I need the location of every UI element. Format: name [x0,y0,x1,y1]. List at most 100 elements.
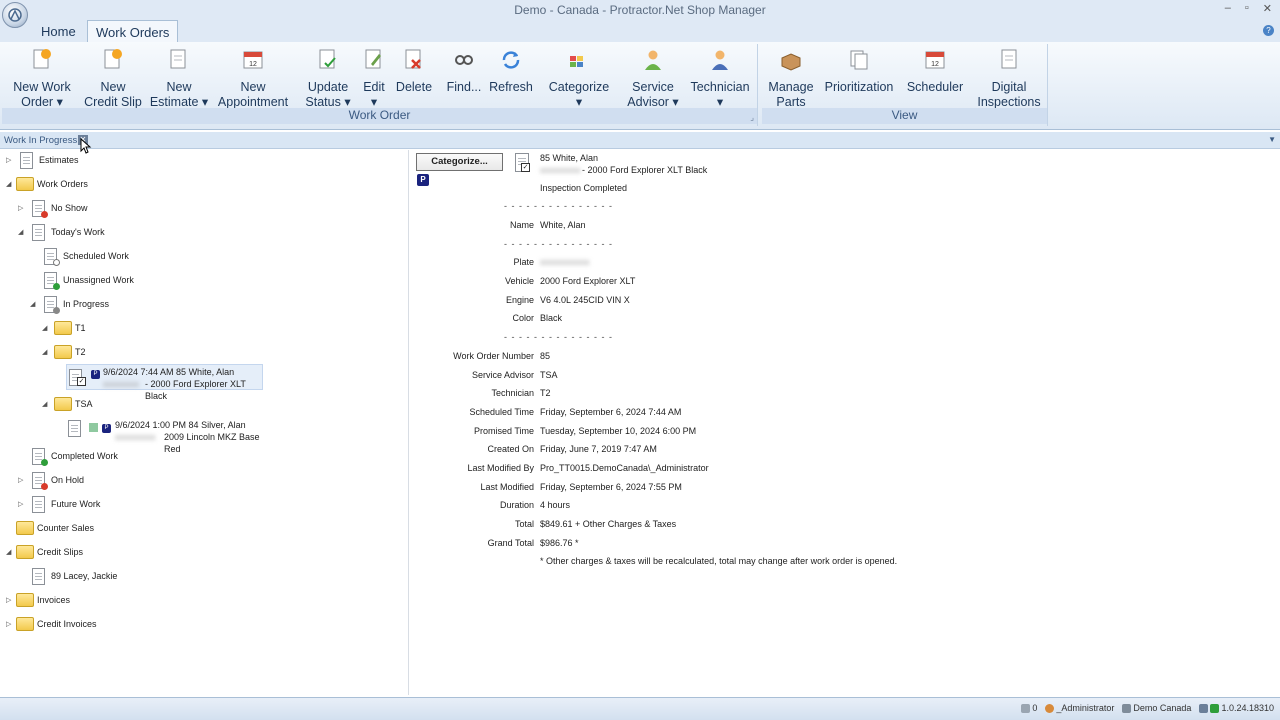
expand-icon[interactable]: ▷ [6,620,11,628]
tree-node-estimates[interactable]: ▷ Estimates [6,150,79,170]
unassigned-icon [44,271,60,290]
field-engine: Engine V6 4.0L 245CID VIN X [505,295,630,305]
field-total: Total $849.61 + Other Charges & Taxes [514,519,677,529]
help-icon[interactable]: ? [1263,25,1274,36]
expand-icon[interactable]: ▷ [6,596,11,604]
delete-icon [405,49,421,69]
close-button[interactable]: ✕ [1263,2,1272,15]
new-work-order-icon [33,49,51,69]
edit-button[interactable]: Edit ▾ [358,46,390,110]
new-work-order-button[interactable]: New Work Order ▾ [10,46,74,110]
tree-node-unassigned-work[interactable]: Unassigned Work [44,270,134,290]
tree-node-todays-work[interactable]: ◢ Today's Work [18,222,105,242]
collapse-icon[interactable]: ◢ [42,348,47,356]
scheduler-button[interactable]: 12 Scheduler [906,46,964,95]
update-status-button[interactable]: Update Status ▾ [302,46,354,110]
new-estimate-icon [170,49,186,69]
scheduled-icon [44,247,60,266]
folder-icon [16,545,34,559]
new-appointment-icon: 12 [243,51,263,69]
collapse-icon[interactable]: ◢ [18,228,23,236]
tree-node-no-show[interactable]: ▷ No Show [18,198,88,218]
checkbox-icon: ✓ [77,377,86,386]
tree-node-credit-invoices[interactable]: ▷ Credit Invoices [6,614,97,634]
svg-text:12: 12 [931,61,939,68]
technician-button[interactable]: Technician ▾ [688,46,752,110]
expand-icon[interactable]: ▷ [6,156,11,164]
collapse-icon[interactable]: ◢ [42,324,47,332]
prioritization-button[interactable]: Prioritization [820,46,898,95]
categorize-button[interactable]: Categorize ▾ [548,46,610,110]
new-appointment-button[interactable]: 12 New Appointment [214,46,292,110]
separator: - - - - - - - - - - - - - - - [504,239,613,249]
tree-node-on-hold[interactable]: ▷ On Hold [18,470,84,490]
tree-node-credit-slips[interactable]: ◢ Credit Slips [6,542,83,562]
collapse-icon[interactable]: ◢ [42,400,47,408]
folder-icon [54,345,72,359]
manage-parts-button[interactable]: Manage Parts [766,46,816,110]
find-button[interactable]: Find... [444,46,484,95]
tree-node-credit-slip-89[interactable]: 89 Lacey, Jackie [32,566,117,586]
priority-badge: P [417,174,429,186]
collapse-icon[interactable]: ◢ [6,180,11,188]
tree-node-future-work[interactable]: ▷ Future Work [18,494,100,514]
tree-node-t2[interactable]: ◢ T2 [42,342,86,362]
tree-node-invoices[interactable]: ▷ Invoices [6,590,70,610]
maximize-button[interactable]: ▫ [1245,2,1249,15]
service-advisor-button[interactable]: Service Advisor ▾ [622,46,684,110]
minimize-button[interactable]: – [1225,2,1231,15]
document-icon [20,151,33,169]
detail-vehicle-line: - 2000 Ford Explorer XLT Black [582,165,708,175]
notification-count[interactable]: 0 [1021,703,1037,714]
service-advisor-icon [645,50,661,70]
connection-icon [1210,704,1220,714]
tree-node-t1[interactable]: ◢ T1 [42,318,86,338]
expand-icon[interactable]: ▷ [18,500,23,508]
tree-node-work-orders[interactable]: ◢ Work Orders [6,174,88,194]
digital-inspections-icon [1001,49,1017,69]
tab-work-orders[interactable]: Work Orders [87,20,179,42]
status-bar: 0 _Administrator Demo Canada 1.0.24.1831… [0,697,1280,720]
priority-badge-icon: P [102,424,111,433]
tree-node-scheduled-work[interactable]: Scheduled Work [44,246,129,266]
footnote: * Other charges & taxes will be recalcul… [540,556,898,566]
tab-home[interactable]: Home [33,20,84,42]
work-order-item-84[interactable]: P 9/6/2024 1:00 PM 84 Silver, Alan xxxxx… [66,418,276,454]
field-created-on: Created On Friday, June 7, 2019 7:47 AM [487,444,657,454]
separator: - - - - - - - - - - - - - - - [504,201,613,211]
new-estimate-button[interactable]: New Estimate ▾ [148,46,210,110]
work-order-detail: Categorize... P ✓ 85 White, Alan xxxxxxx… [410,150,1280,695]
new-credit-slip-icon [104,49,122,69]
work-order-icon [68,420,81,437]
network-icon [1199,704,1209,714]
title-bar: Demo - Canada - Protractor.Net Shop Mana… [0,0,1280,28]
expand-icon[interactable]: ▷ [18,476,23,484]
folder-icon [16,177,34,191]
work-order-item-85[interactable]: P ✓ 9/6/2024 7:44 AM 85 White, Alan xxxx… [66,364,263,401]
panel-title: Work In Progress [4,135,78,146]
document-icon [32,223,45,241]
field-service-advisor: Service Advisor TSA [471,370,558,380]
tree-node-in-progress[interactable]: ◢ In Progress [30,294,109,314]
collapse-icon[interactable]: ◢ [6,548,11,556]
collapse-icon[interactable]: ◢ [30,300,35,308]
work-order-doc-icon: ✓ [515,153,535,175]
digital-inspections-button[interactable]: Digital Inspections [974,46,1044,110]
expand-icon[interactable]: ▷ [18,204,23,212]
tree-node-counter-sales[interactable]: Counter Sales [16,518,94,538]
categorize-detail-button[interactable]: Categorize... [416,153,503,171]
field-color: Color Black [512,313,563,323]
detail-customer-line: 85 White, Alan [540,153,599,163]
new-credit-slip-button[interactable]: New Credit Slip [82,46,144,110]
update-status-icon [319,49,336,69]
tree-node-completed-work[interactable]: Completed Work [32,446,118,466]
group-launcher-icon[interactable]: ⌟ [750,113,754,122]
scheduler-icon: 12 [925,51,945,69]
work-order-group-label: Work Order [2,108,757,124]
status-company: Demo Canada [1122,703,1191,714]
tree-node-tsa[interactable]: ◢ TSA [42,394,93,414]
delete-button[interactable]: Delete [394,46,434,95]
refresh-button[interactable]: Refresh [488,46,534,95]
app-menu-button[interactable] [2,2,28,28]
chevron-down-icon[interactable]: ▼ [1268,135,1276,144]
